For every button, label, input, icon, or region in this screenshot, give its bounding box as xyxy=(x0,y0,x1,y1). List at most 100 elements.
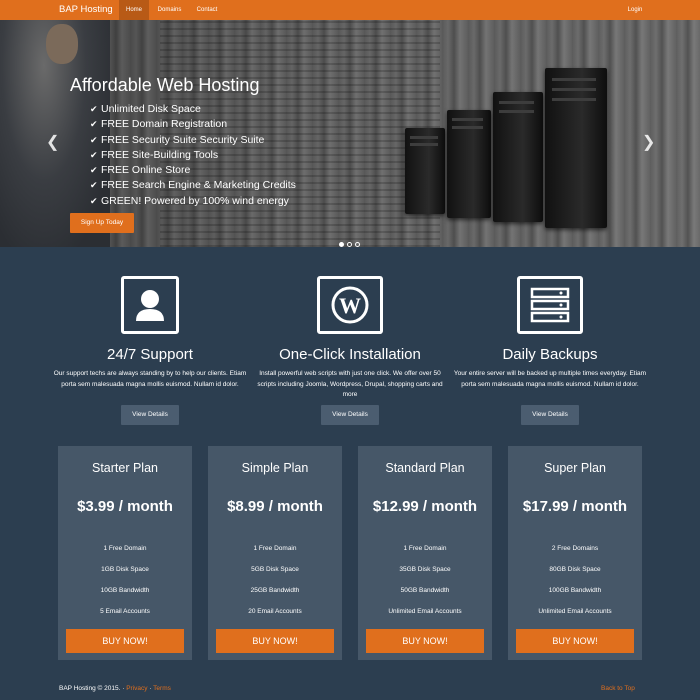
hero-feature: ✔ FREE Domain Registration xyxy=(90,117,296,132)
plan-standard: Standard Plan $12.99 / month 1 Free Doma… xyxy=(358,446,492,660)
server-bay xyxy=(452,126,484,129)
hero-feature: ✔ FREE Site-Building Tools xyxy=(90,148,296,163)
server-tower xyxy=(493,92,543,222)
plan-price: $12.99 / month xyxy=(372,498,478,515)
hero-carousel: Affordable Web Hosting ✔ Unlimited Disk S… xyxy=(0,20,700,247)
plan-feature: 20 Email Accounts xyxy=(248,608,302,615)
check-icon: ✔ xyxy=(90,149,98,160)
carousel-dot[interactable] xyxy=(339,242,344,247)
server-bay xyxy=(452,118,484,121)
check-icon: ✔ xyxy=(90,165,98,176)
view-details-button[interactable]: View Details xyxy=(121,405,179,425)
view-details-button[interactable]: View Details xyxy=(321,405,379,425)
servers-image xyxy=(405,50,635,230)
nav-home[interactable]: Home xyxy=(119,0,149,20)
plan-feature: 1 Free Domain xyxy=(253,545,297,552)
plan-feature: 1GB Disk Space xyxy=(101,566,149,573)
plan-price: $17.99 / month xyxy=(522,498,628,515)
hero-feature-text: FREE Domain Registration xyxy=(101,118,228,131)
hero-feature: ✔ GREEN! Powered by 100% wind energy xyxy=(90,194,296,209)
privacy-link[interactable]: Privacy xyxy=(126,685,147,692)
carousel-dot[interactable] xyxy=(355,242,360,247)
server-tower xyxy=(405,128,445,214)
check-icon: ✔ xyxy=(90,104,98,114)
check-icon: ✔ xyxy=(90,119,98,130)
signup-button[interactable]: Sign Up Today xyxy=(70,213,134,233)
plan-feature: 1 Free Domain xyxy=(403,545,447,552)
plan-feature: 50GB Bandwidth xyxy=(400,587,450,594)
hero-feature-list: ✔ Unlimited Disk Space ✔ FREE Domain Regis… xyxy=(90,102,296,209)
buy-now-button[interactable]: BUY NOW! xyxy=(516,629,634,653)
hero-feature: ✔ Unlimited Disk Space xyxy=(90,102,296,117)
feature-title: Daily Backups xyxy=(502,346,598,363)
plan-feature: 5 Email Accounts xyxy=(100,608,150,615)
back-to-top-link[interactable]: Back to Top xyxy=(601,685,635,692)
buy-now-button[interactable]: BUY NOW! xyxy=(66,629,184,653)
hero-feature: ✔ FREE Online Store xyxy=(90,163,296,178)
server-tower xyxy=(545,68,607,228)
plan-name: Starter Plan xyxy=(91,461,158,475)
copyright-text: BAP Hosting © 2015. · xyxy=(59,685,127,692)
hero-feature-text: GREEN! Powered by 100% wind energy xyxy=(101,194,289,207)
plan-feature: 10GB Bandwidth xyxy=(100,587,150,594)
carousel-dot[interactable] xyxy=(347,242,352,247)
buy-now-button[interactable]: BUY NOW! xyxy=(216,629,334,653)
svg-text:W: W xyxy=(339,293,361,318)
plan-feature: 80GB Disk Space xyxy=(549,566,601,573)
hero-feature-text: FREE Search Engine & Marketing Credits xyxy=(101,179,296,192)
plan-price: $3.99 / month xyxy=(77,498,173,515)
feature-description: Install powerful web scripts with just o… xyxy=(257,370,443,398)
feature-title: 24/7 Support xyxy=(107,346,193,363)
server-bay xyxy=(552,78,596,81)
server-bay xyxy=(409,143,438,146)
nav-domains[interactable]: Domains xyxy=(151,0,188,20)
feature-description: Our support techs are always standing by… xyxy=(53,370,247,388)
plan-feature: 1 Free Domain xyxy=(103,545,147,552)
feature-title: One-Click Installation xyxy=(279,346,421,363)
hero-feature-text: FREE Site-Building Tools xyxy=(101,148,219,161)
nav-contact[interactable]: Contact xyxy=(189,0,225,20)
hero-feature-text: Unlimited Disk Space xyxy=(101,103,201,115)
hero-title: Affordable Web Hosting xyxy=(70,75,260,95)
plan-feature: Unlimited Email Accounts xyxy=(538,608,612,615)
carousel-indicators xyxy=(339,242,360,247)
plan-name: Standard Plan xyxy=(385,461,465,475)
wordpress-icon: W xyxy=(317,276,383,334)
plan-feature: 35GB Disk Space xyxy=(399,566,451,573)
hero-feature-text: FREE Online Store xyxy=(101,164,191,177)
plan-feature: 5GB Disk Space xyxy=(251,566,299,573)
server-bay xyxy=(552,98,596,101)
technician-head xyxy=(46,24,78,64)
buy-now-button[interactable]: BUY NOW! xyxy=(366,629,484,653)
server-tower xyxy=(447,110,491,218)
server-bay xyxy=(552,88,596,91)
brand-logo[interactable]: BAP Hosting xyxy=(59,0,113,20)
plan-super: Super Plan $17.99 / month 2 Free Domains… xyxy=(508,446,642,660)
hero-feature-text: FREE Security Suite Security Suite xyxy=(101,133,265,146)
server-bay xyxy=(499,101,534,104)
view-details-button[interactable]: View Details xyxy=(521,405,579,425)
check-icon: ✔ xyxy=(90,195,98,206)
plan-name: Simple Plan xyxy=(241,461,309,475)
hero-feature: ✔ FREE Security Suite Security Suite xyxy=(90,133,296,148)
plan-price: $8.99 / month xyxy=(227,498,323,515)
plan-simple: Simple Plan $8.99 / month 1 Free Domain … xyxy=(208,446,342,660)
plan-feature: 2 Free Domains xyxy=(551,545,599,552)
server-bay xyxy=(499,110,534,113)
footer-copyright: BAP Hosting © 2015. · Privacy · Terms xyxy=(59,685,171,692)
check-icon: ✔ xyxy=(90,134,98,145)
navbar: BAP Hosting Home Domains Contact Login xyxy=(0,0,700,20)
plan-starter: Starter Plan $3.99 / month 1 Free Domain… xyxy=(58,446,192,660)
plan-feature: 25GB Bandwidth xyxy=(250,587,300,594)
terms-link[interactable]: Terms xyxy=(153,685,171,692)
plan-feature: 100GB Bandwidth xyxy=(548,587,602,594)
carousel-prev-icon[interactable]: ❮ xyxy=(46,132,59,152)
check-icon: ✔ xyxy=(90,180,98,191)
hero-feature: ✔ FREE Search Engine & Marketing Credits xyxy=(90,178,296,193)
nav-login[interactable]: Login xyxy=(620,0,650,20)
plan-name: Super Plan xyxy=(544,461,606,475)
user-icon xyxy=(121,276,179,334)
carousel-next-icon[interactable]: ❯ xyxy=(642,132,655,152)
plan-feature: Unlimited Email Accounts xyxy=(388,608,462,615)
feature-description: Your entire server will be backed up mul… xyxy=(453,370,647,388)
